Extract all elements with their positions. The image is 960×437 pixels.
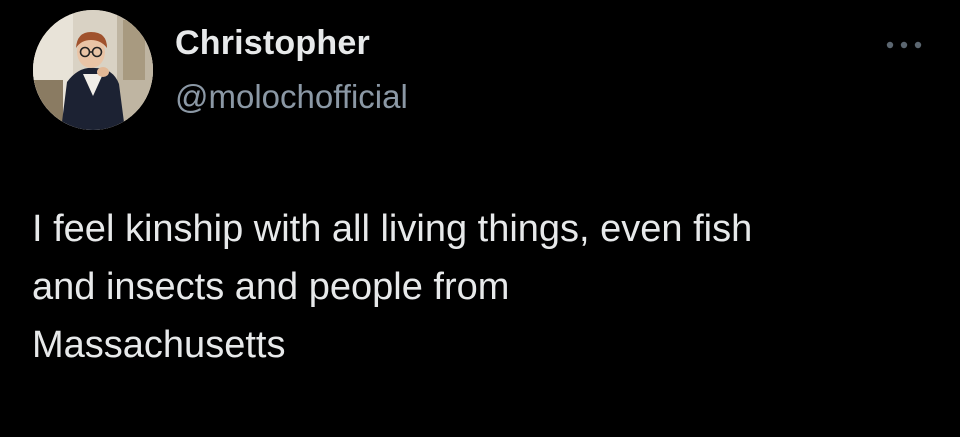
avatar[interactable]: [33, 10, 153, 130]
author-handle[interactable]: @molochofficial: [175, 78, 408, 116]
more-horizontal-icon: [886, 41, 922, 49]
more-options-button[interactable]: [882, 32, 926, 58]
avatar-photo: [33, 10, 153, 130]
author-display-name[interactable]: Christopher: [175, 24, 370, 63]
tweet-text: I feel kinship with all living things, e…: [32, 208, 753, 366]
tweet-card: Christopher @molochofficial I feel kinsh…: [0, 0, 960, 437]
